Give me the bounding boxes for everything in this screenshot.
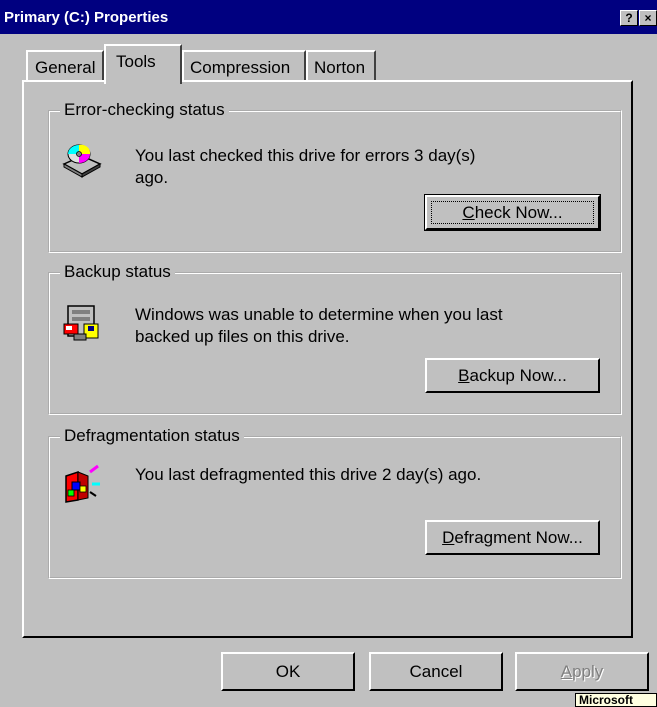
error-checking-line1: You last checked this drive for errors 3… <box>135 146 476 165</box>
defragmentation-legend: Defragmentation status <box>60 426 244 446</box>
error-checking-line2: ago. <box>135 168 169 187</box>
tab-tools[interactable]: Tools <box>104 44 182 84</box>
tab-general-label: General <box>35 58 96 77</box>
defragment-now-label: efragment Now... <box>454 528 583 547</box>
tab-norton-label: Norton <box>314 58 366 77</box>
backup-line1: Windows was unable to determine when you… <box>135 305 503 324</box>
help-button[interactable]: ? <box>620 10 638 26</box>
tab-general[interactable]: General <box>26 50 104 82</box>
error-checking-legend: Error-checking status <box>60 100 229 120</box>
tab-tools-label: Tools <box>116 52 156 71</box>
backup-now-label: ackup Now... <box>469 366 567 385</box>
defragmentation-line1: You last defragmented this drive 2 day(s… <box>135 465 482 484</box>
tab-norton[interactable]: Norton <box>306 50 376 82</box>
close-button[interactable]: × <box>639 10 657 26</box>
defragmentation-message: You last defragmented this drive 2 day(s… <box>135 464 481 486</box>
window-title: Primary (C:) Properties <box>4 9 169 26</box>
defragment-now-mnemonic: D <box>442 528 455 547</box>
apply-label: pply <box>572 662 604 681</box>
backup-message: Windows was unable to determine when you… <box>135 304 503 348</box>
backup-now-mnemonic: B <box>458 366 470 385</box>
title-bar[interactable]: Primary (C:) Properties ? × <box>0 0 657 34</box>
defragment-now-button[interactable]: Defragment Now... <box>425 520 600 555</box>
ok-button[interactable]: OK <box>221 652 355 691</box>
tab-compression-label: Compression <box>190 58 291 77</box>
apply-button[interactable]: Apply <box>515 652 649 691</box>
backup-icon <box>63 305 99 341</box>
check-now-button[interactable]: Check Now... <box>424 194 601 231</box>
backup-legend: Backup status <box>60 262 175 282</box>
defrag-icon <box>65 464 100 503</box>
backup-line2: backed up files on this drive. <box>135 327 350 346</box>
tab-compression[interactable]: Compression <box>182 50 306 82</box>
check-now-label: heck Now... <box>474 203 563 222</box>
check-now-mnemonic: C <box>462 203 475 222</box>
cancel-button[interactable]: Cancel <box>369 652 503 691</box>
error-checking-message: You last checked this drive for errors 3… <box>135 145 475 189</box>
defragmentation-group: Defragmentation status <box>48 426 622 579</box>
disk-check-icon <box>62 144 102 178</box>
apply-mnemonic: A <box>560 662 573 681</box>
backup-now-button[interactable]: Backup Now... <box>425 358 600 393</box>
